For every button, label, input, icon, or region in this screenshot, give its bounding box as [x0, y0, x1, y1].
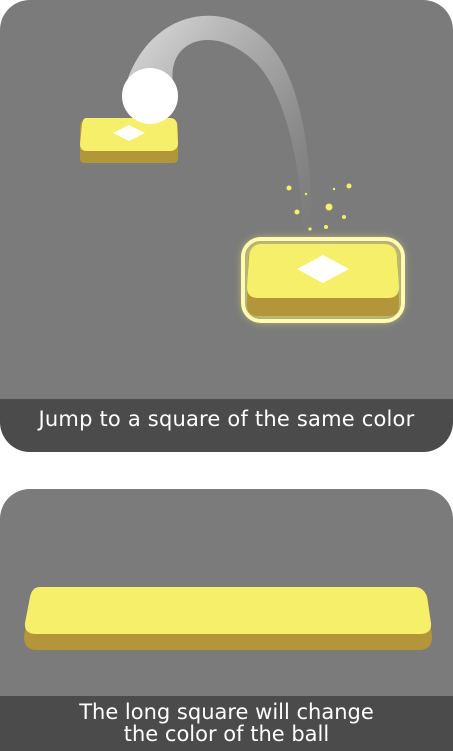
jump-scene	[80, 15, 405, 323]
caption-jump: Jump to a square of the same color	[0, 399, 453, 452]
caption-long-square-line2: the color of the ball	[123, 722, 330, 746]
long-tile	[24, 587, 432, 650]
tutorial-screen: Jump to a square of the same color The l…	[0, 0, 453, 751]
sparkle-particles	[286, 183, 352, 231]
start-tile	[80, 118, 178, 163]
caption-jump-text: Jump to a square of the same color	[38, 407, 415, 431]
long-square-scene	[24, 587, 432, 650]
tutorial-card-jump: Jump to a square of the same color	[0, 0, 453, 452]
caption-long-square-line1: The long square will change	[79, 700, 374, 724]
tutorial-card-long-square: The long square will change the color of…	[0, 489, 453, 751]
target-tile	[241, 237, 405, 323]
ball	[122, 68, 178, 124]
caption-long-square: The long square will change the color of…	[0, 696, 453, 751]
